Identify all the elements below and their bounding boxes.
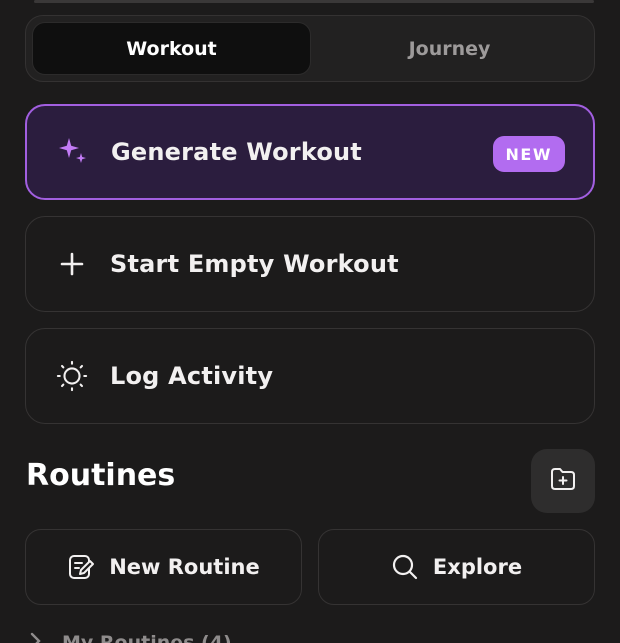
tab-workout[interactable]: Workout [32,22,311,75]
my-routines-toggle[interactable]: My Routines (4) [30,632,232,643]
search-icon [391,553,419,581]
top-divider [34,0,594,3]
routines-title: Routines [26,458,176,493]
generate-workout-button[interactable]: Generate Workout NEW [25,104,595,200]
add-folder-button[interactable] [531,449,595,513]
explore-label: Explore [432,555,523,579]
explore-button[interactable]: Explore [318,529,595,605]
edit-clipboard-icon [67,553,95,581]
segmented-tabs: Workout Journey [25,15,595,82]
generate-workout-label: Generate Workout [111,138,362,166]
new-routine-button[interactable]: New Routine [25,529,302,605]
workout-screen: Workout Journey Generate Workout NEW Sta… [0,0,620,643]
sparkles-icon [57,136,89,168]
sun-icon [56,360,88,392]
my-routines-label: My Routines (4) [62,632,232,643]
tab-journey[interactable]: Journey [311,22,588,75]
new-routine-label: New Routine [109,555,260,579]
folder-add-icon [548,464,578,498]
log-activity-button[interactable]: Log Activity [25,328,595,424]
plus-icon [56,248,88,280]
new-badge: NEW [492,136,565,172]
log-activity-label: Log Activity [110,362,274,390]
chevron-right-icon [30,632,42,643]
start-empty-workout-label: Start Empty Workout [110,250,399,278]
start-empty-workout-button[interactable]: Start Empty Workout [25,216,595,312]
